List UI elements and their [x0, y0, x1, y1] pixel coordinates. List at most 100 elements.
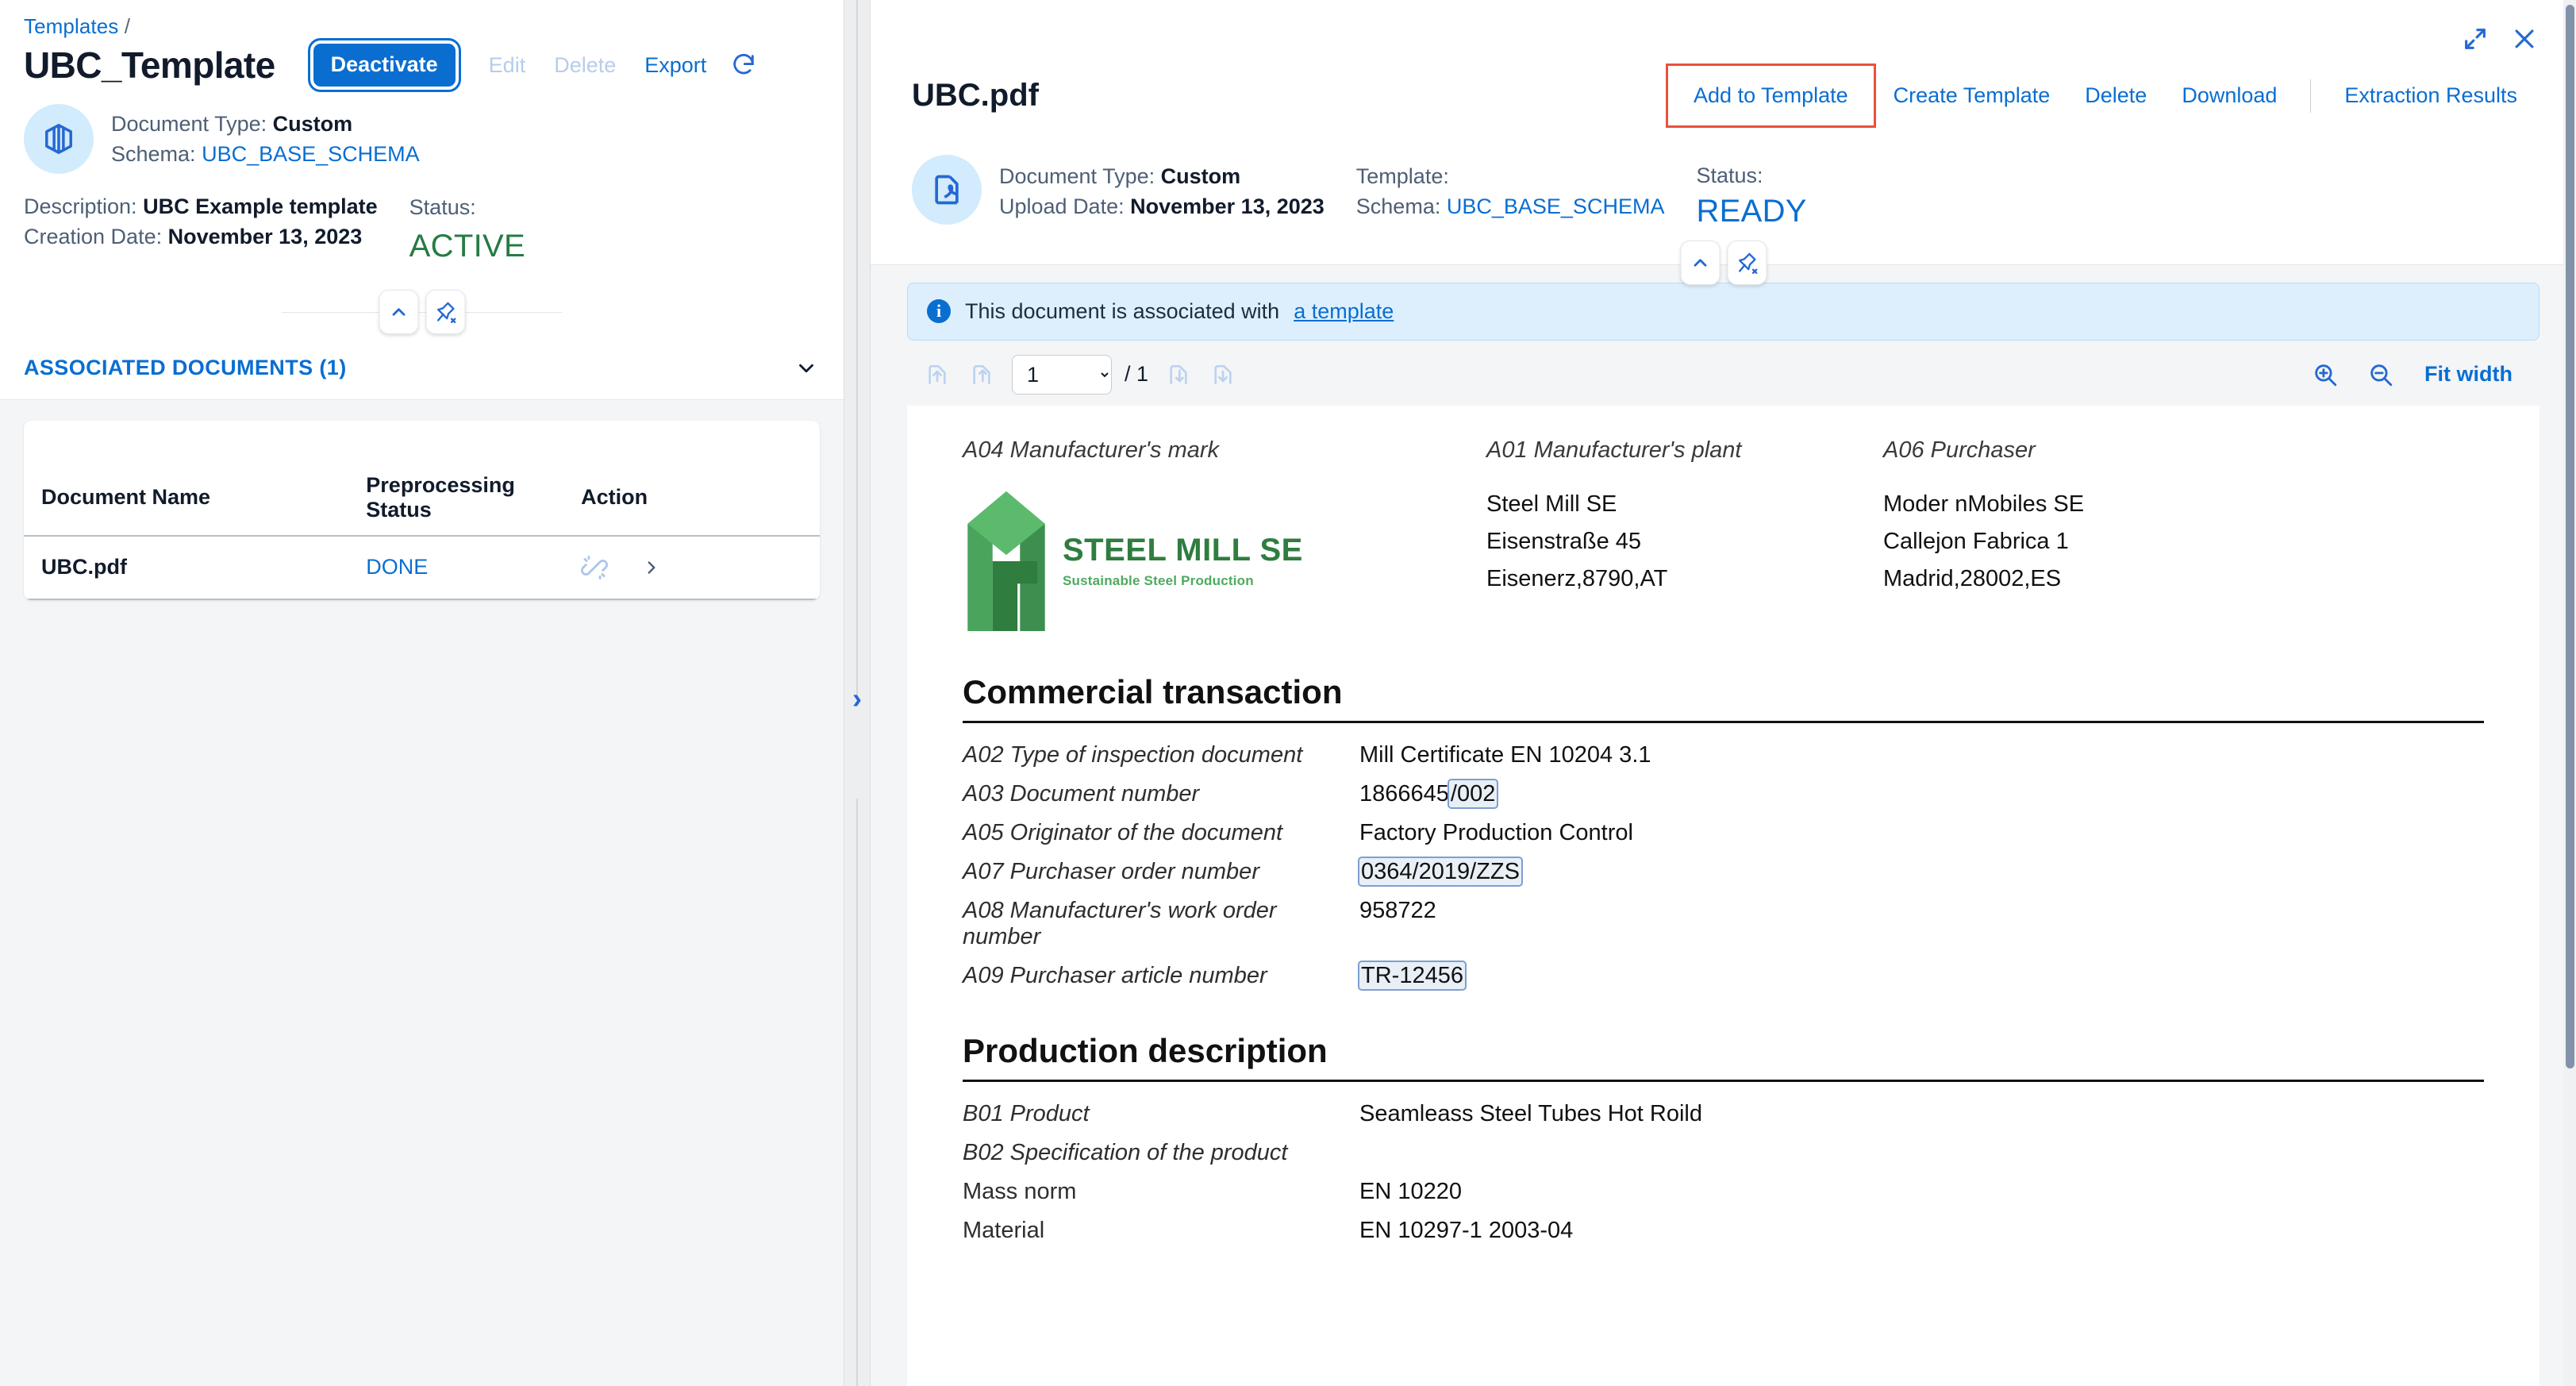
cube-icon — [41, 121, 76, 156]
edit-button[interactable]: Edit — [476, 47, 539, 84]
associated-documents-table-card: Document Name Preprocessing Status Actio… — [24, 420, 820, 600]
close-icon[interactable] — [2511, 25, 2538, 52]
pdf-value-plain: 1866645 — [1359, 780, 1449, 807]
template-toolbar: Edit Delete Export — [476, 47, 766, 84]
column-header-document-name: Document Name — [24, 460, 367, 537]
pdf-section-title-production: Production description — [963, 1031, 1328, 1069]
pdf-field-key: Mass norm — [963, 1178, 1077, 1204]
schema-link[interactable]: UBC_BASE_SCHEMA — [202, 142, 420, 166]
document-collapse-button[interactable] — [1680, 240, 1720, 285]
pdf-field-row: A03 Document number 1866645/002 — [963, 775, 2484, 814]
add-to-template-button[interactable]: Add to Template — [1676, 75, 1866, 116]
pdf-field-key: A09 Purchaser article number — [963, 962, 1267, 988]
unpin-header-button[interactable] — [425, 289, 465, 334]
description-label: Description: — [24, 194, 137, 218]
unpin-icon — [1736, 252, 1758, 274]
zoom-out-icon[interactable] — [2358, 356, 2404, 393]
cell-preprocessing-status: DONE — [366, 535, 582, 600]
pdf-field-key: B01 Product — [963, 1100, 1090, 1126]
page-scrollbar-track[interactable] — [2563, 0, 2576, 1386]
associated-documents-header[interactable]: ASSOCIATED DOCUMENTS (1) — [24, 336, 820, 399]
associated-documents-expand-button[interactable] — [793, 353, 820, 383]
splitter-line-top — [856, 0, 858, 699]
table-row[interactable]: UBC.pdf DONE — [24, 535, 820, 600]
banner-template-link[interactable]: a template — [1294, 299, 1394, 324]
pdf-value-a06-line3: Madrid,28002,ES — [1883, 565, 2062, 591]
create-template-button[interactable]: Create Template — [1876, 75, 2068, 116]
splitter-line-bottom — [856, 799, 858, 1386]
pdf-viewer-area: i This document is associated with a tem… — [871, 264, 2576, 1386]
pdf-field-row: B01 Product Seamleass Steel Tubes Hot Ro… — [963, 1095, 2484, 1134]
pdf-field-value: Factory Production Control — [1359, 819, 1633, 845]
unlink-icon[interactable] — [581, 554, 609, 581]
fit-width-button[interactable]: Fit width — [2413, 362, 2513, 387]
add-to-template-highlight: Add to Template — [1666, 64, 1876, 128]
pdf-field-row: Mass norm EN 10220 — [963, 1172, 2484, 1211]
delete-button[interactable]: Delete — [541, 47, 629, 84]
doc-upload-date-value: November 13, 2023 — [1130, 194, 1325, 219]
steel-mill-logo-text: STEEL MILL SE Sustainable Steel Producti… — [1063, 533, 1303, 589]
splitter-expand-icon[interactable]: › — [852, 684, 862, 713]
fullscreen-icon[interactable] — [2462, 25, 2489, 52]
banner-text: This document is associated with — [965, 298, 1280, 323]
pdf-field-value: TR-12456 — [1358, 960, 1467, 991]
page-last-icon[interactable] — [1201, 357, 1245, 392]
page-scrollbar-thumb[interactable] — [2566, 5, 2574, 1068]
export-button[interactable]: Export — [632, 47, 719, 84]
unpin-icon — [434, 301, 456, 323]
action-cell-content — [581, 554, 820, 581]
pdf-value-highlighted[interactable]: /002 — [1447, 778, 1499, 809]
doc-upload-date-label: Upload Date: — [999, 194, 1125, 219]
pdf-field-key: A08 Manufacturer's work order number — [963, 897, 1277, 949]
extraction-results-button[interactable]: Extraction Results — [2327, 75, 2535, 116]
pdf-field-row: A05 Originator of the document Factory P… — [963, 814, 2484, 853]
pdf-value-highlighted[interactable]: TR-12456 — [1358, 960, 1467, 991]
pdf-value-a01-line2: Eisenstraße 45 — [1486, 528, 1642, 554]
pdf-field-value: 0364/2019/ZZS — [1358, 856, 1523, 887]
doc-schema-link[interactable]: UBC_BASE_SCHEMA — [1447, 194, 1665, 218]
document-meta-col-type: Document Type: Custom Upload Date: Novem… — [999, 161, 1356, 222]
breadcrumb-root-link[interactable]: Templates — [24, 14, 118, 38]
actions-separator — [2310, 79, 2312, 113]
pdf-field-key: A02 Type of inspection document — [963, 741, 1303, 768]
download-button[interactable]: Download — [2164, 75, 2294, 116]
page-prev-icon[interactable] — [959, 357, 1004, 392]
creation-date-value: November 13, 2023 — [167, 225, 363, 249]
zoom-in-icon[interactable] — [2302, 356, 2348, 393]
chevron-right-icon[interactable] — [641, 557, 662, 578]
pdf-header-columns: A04 Manufacturer's mark STEEL MILL SE Su… — [963, 437, 2484, 637]
description-column: Description: UBC Example template Creati… — [24, 191, 378, 252]
description-value: UBC Example template — [143, 194, 378, 218]
panel-splitter[interactable]: › — [844, 0, 871, 1386]
table-spacer — [24, 421, 820, 460]
pdf-field-row: A07 Purchaser order number 0364/2019/ZZS — [963, 853, 2484, 891]
document-type-icon-wrap — [912, 155, 982, 225]
associated-documents-table: Document Name Preprocessing Status Actio… — [24, 460, 820, 600]
pdf-value-a06-line2: Callejon Fabrica 1 — [1883, 528, 2069, 554]
document-type-line: Document Type: Custom — [111, 109, 420, 139]
steel-mill-logo: STEEL MILL SE Sustainable Steel Producti… — [963, 486, 1486, 637]
chevron-up-icon — [1690, 252, 1710, 273]
pdf-field-row: B02 Specification of the product — [963, 1134, 2484, 1172]
column-header-preprocessing-status: Preprocessing Status — [366, 460, 582, 537]
document-type-value: Custom — [272, 112, 353, 136]
document-title-row: UBC.pdf Add to Template Create Template … — [912, 0, 2535, 128]
collapse-header-button[interactable] — [379, 289, 418, 334]
pdf-section-rule — [963, 720, 2484, 723]
page-first-icon[interactable] — [915, 357, 959, 392]
pdf-section-title-commercial: Commercial transaction — [963, 672, 1343, 710]
deactivate-button[interactable]: Deactivate — [307, 38, 461, 92]
page-number-select[interactable]: 1 — [1012, 354, 1112, 395]
document-unpin-button[interactable] — [1727, 240, 1767, 285]
breadcrumb: Templates / — [24, 14, 820, 39]
refresh-icon[interactable] — [722, 47, 765, 83]
template-detail-panel: Templates / UBC_Template Deactivate Edit… — [0, 0, 844, 1386]
pdf-value-highlighted[interactable]: 0364/2019/ZZS — [1358, 856, 1523, 887]
pdf-field-value: Mill Certificate EN 10204 3.1 — [1359, 741, 1651, 768]
pdf-label-a06: A06 Purchaser — [1883, 437, 2036, 463]
pdf-label-a04: A04 Manufacturer's mark — [963, 437, 1220, 463]
page-next-icon[interactable] — [1156, 357, 1201, 392]
document-meta-row: Document Type: Custom Upload Date: Novem… — [912, 128, 2535, 231]
pdf-field-value: Seamleass Steel Tubes Hot Roild — [1359, 1100, 1702, 1126]
document-delete-button[interactable]: Delete — [2067, 75, 2164, 116]
